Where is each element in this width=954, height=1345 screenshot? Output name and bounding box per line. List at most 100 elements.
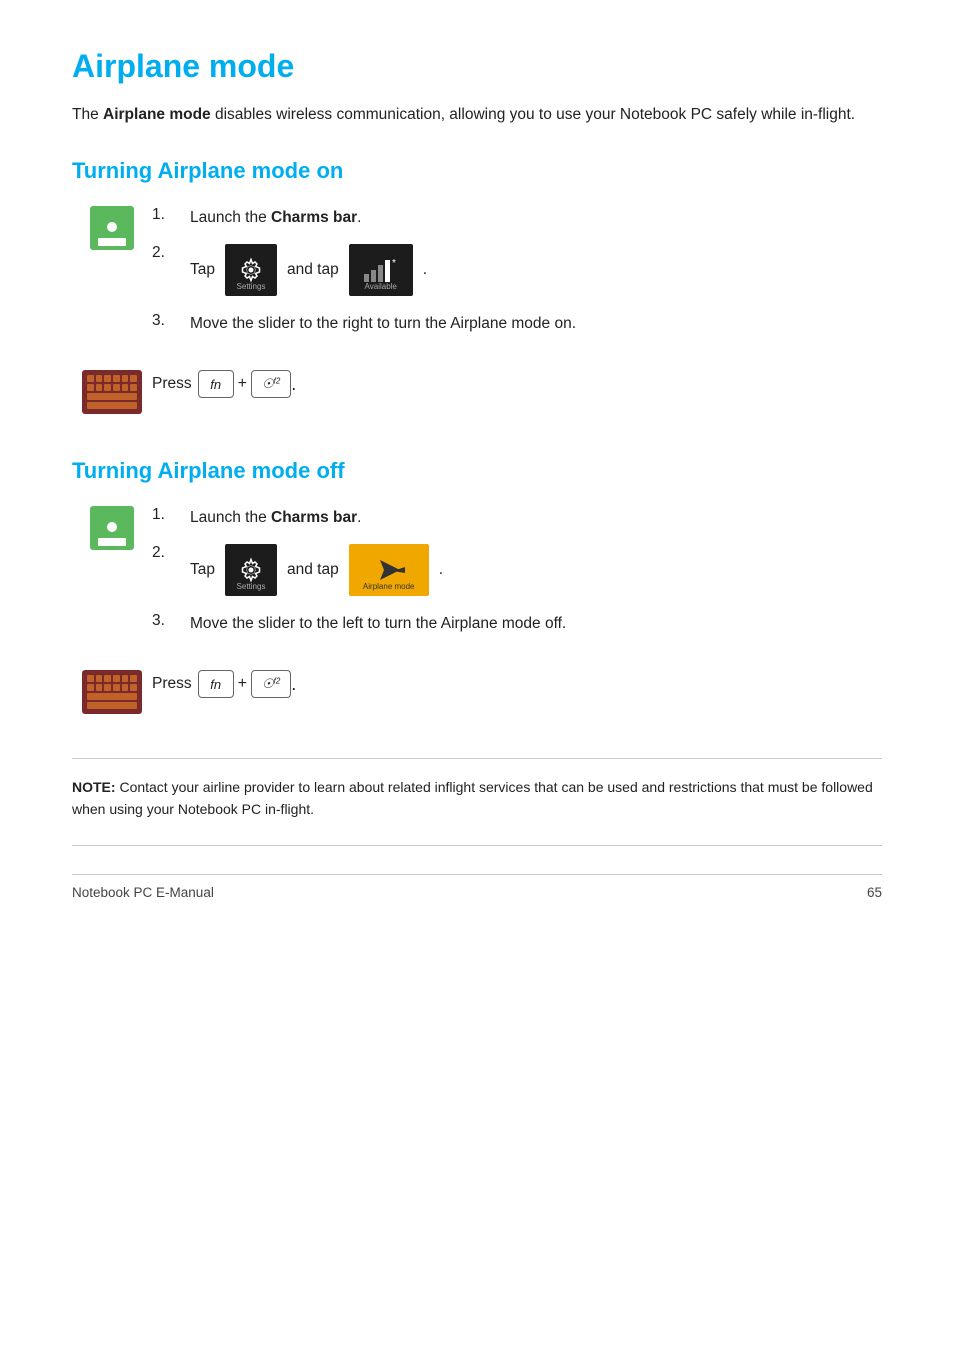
note-bold: NOTE: <box>72 779 116 795</box>
step-off-1-content: Launch the Charms bar. <box>190 506 882 530</box>
press-on-period: . <box>291 374 296 395</box>
section-airplane-off: Turning Airplane mode off 1. Launch the … <box>72 458 882 722</box>
f2-sub-on: ☉f2 <box>262 376 280 392</box>
step-on-1: 1. Launch the Charms bar. <box>152 206 882 230</box>
note-divider-bottom <box>72 845 882 846</box>
win-icon-bar-off <box>98 538 126 546</box>
press-on-steps: Press fn + ☉f2 . <box>152 370 882 422</box>
step-off-3: 3. Move the slider to the left to turn t… <box>152 612 882 636</box>
step-on-2-num: 2. <box>152 244 190 262</box>
key-plus-on: + <box>238 375 247 393</box>
tap-row-on: Tap Settings and tap <box>190 244 882 296</box>
win-icon-dot-off <box>107 522 117 532</box>
section-airplane-on: Turning Airplane mode on 1. Launch the C… <box>72 158 882 422</box>
win-icon-on <box>72 206 152 250</box>
steps-off-block: 1. Launch the Charms bar. 2. Tap <box>72 506 882 650</box>
keyboard-icon-on <box>82 370 142 414</box>
win-icon-off <box>72 506 152 550</box>
f2-sub-off: ☉f2 <box>262 676 280 692</box>
heading-airplane-off: Turning Airplane mode off <box>72 458 882 484</box>
charms-bar-bold-off: Charms bar <box>271 509 357 526</box>
note-block: NOTE: Contact your airline provider to l… <box>72 777 882 820</box>
note-text: Contact your airline provider to learn a… <box>72 779 873 817</box>
charms-bar-bold-on: Charms bar <box>271 209 357 226</box>
kb-key-5 <box>122 375 129 382</box>
press-off-steps: Press fn + ☉f2 . <box>152 670 882 722</box>
svg-text:*: * <box>392 258 396 269</box>
windows-start-icon-off <box>90 506 134 550</box>
step-on-3-num: 3. <box>152 312 190 330</box>
tap-label-on: Tap <box>190 258 215 282</box>
settings-button-off: Settings <box>225 544 277 596</box>
press-off-block: Press fn + ☉f2 . <box>72 670 882 722</box>
step-off-2: 2. Tap Settings <box>152 544 882 598</box>
step-off-2-content: Tap Settings and tap <box>190 544 882 598</box>
available-button-on: * Available <box>349 244 413 296</box>
press-off-label: Press <box>152 675 192 693</box>
period-on-2: . <box>423 258 427 282</box>
step-on-2: 2. Tap Settings <box>152 244 882 298</box>
intro-paragraph: The Airplane mode disables wireless comm… <box>72 103 882 126</box>
fn-key-on: fn <box>198 370 234 398</box>
heading-airplane-on: Turning Airplane mode on <box>72 158 882 184</box>
kb-key-3 <box>104 375 111 382</box>
step-off-3-num: 3. <box>152 612 190 630</box>
settings-button-on: Settings <box>225 244 277 296</box>
step-off-3-content: Move the slider to the left to turn the … <box>190 612 882 636</box>
f2-key-off: ☉f2 <box>251 670 291 698</box>
step-on-3-content: Move the slider to the right to turn the… <box>190 312 882 336</box>
win-icon-bar <box>98 238 126 246</box>
intro-bold: Airplane mode <box>103 106 211 123</box>
steps-on-col: 1. Launch the Charms bar. 2. Tap <box>152 206 882 350</box>
period-off-2: . <box>439 558 443 582</box>
step-off-1-num: 1. <box>152 506 190 524</box>
kb-key-10 <box>113 384 120 391</box>
note-divider-top <box>72 758 882 759</box>
key-plus-off: + <box>238 675 247 693</box>
kb-key-6 <box>130 375 137 382</box>
available-label-on: Available <box>365 281 397 293</box>
kb-key-2 <box>96 375 103 382</box>
kb-key-4 <box>113 375 120 382</box>
fn-key-off: fn <box>198 670 234 698</box>
windows-start-icon <box>90 206 134 250</box>
and-tap-label-on: and tap <box>287 258 339 282</box>
win-icon-dot <box>107 222 117 232</box>
settings-label-off: Settings <box>237 581 266 593</box>
step-on-2-content: Tap Settings and tap <box>190 244 882 298</box>
footer: Notebook PC E-Manual 65 <box>72 874 882 900</box>
kb-key-12 <box>130 384 137 391</box>
kb-row-on <box>87 402 137 409</box>
keyboard-icon-off <box>82 670 142 714</box>
press-on-label: Press <box>152 375 192 393</box>
press-on-row: Press fn + ☉f2 . <box>152 370 882 398</box>
kb-key-8 <box>96 384 103 391</box>
press-off-period: . <box>291 674 296 695</box>
footer-right: 65 <box>867 885 882 900</box>
kb-key-7 <box>87 384 94 391</box>
kb-spacebar-on <box>87 393 137 400</box>
settings-label-on: Settings <box>237 281 266 293</box>
tap-label-off: Tap <box>190 558 215 582</box>
step-on-1-content: Launch the Charms bar. <box>190 206 882 230</box>
kb-key-11 <box>122 384 129 391</box>
press-off-row: Press fn + ☉f2 . <box>152 670 882 698</box>
f2-key-on: ☉f2 <box>251 370 291 398</box>
tap-row-off: Tap Settings and tap <box>190 544 882 596</box>
page-title: Airplane mode <box>72 48 882 85</box>
steps-on-block: 1. Launch the Charms bar. 2. Tap <box>72 206 882 350</box>
airplane-mode-label-off: Airplane mode <box>363 581 415 593</box>
step-on-1-num: 1. <box>152 206 190 224</box>
step-off-1: 1. Launch the Charms bar. <box>152 506 882 530</box>
kb-icon-on-col <box>72 370 152 414</box>
and-tap-label-off: and tap <box>287 558 339 582</box>
kb-icon-off-col <box>72 670 152 714</box>
steps-off-col: 1. Launch the Charms bar. 2. Tap <box>152 506 882 650</box>
step-off-2-num: 2. <box>152 544 190 562</box>
airplane-mode-button-off: Airplane mode <box>349 544 429 596</box>
kb-key-1 <box>87 375 94 382</box>
footer-left: Notebook PC E-Manual <box>72 885 214 900</box>
press-on-block: Press fn + ☉f2 . <box>72 370 882 422</box>
step-on-3: 3. Move the slider to the right to turn … <box>152 312 882 336</box>
kb-key-9 <box>104 384 111 391</box>
